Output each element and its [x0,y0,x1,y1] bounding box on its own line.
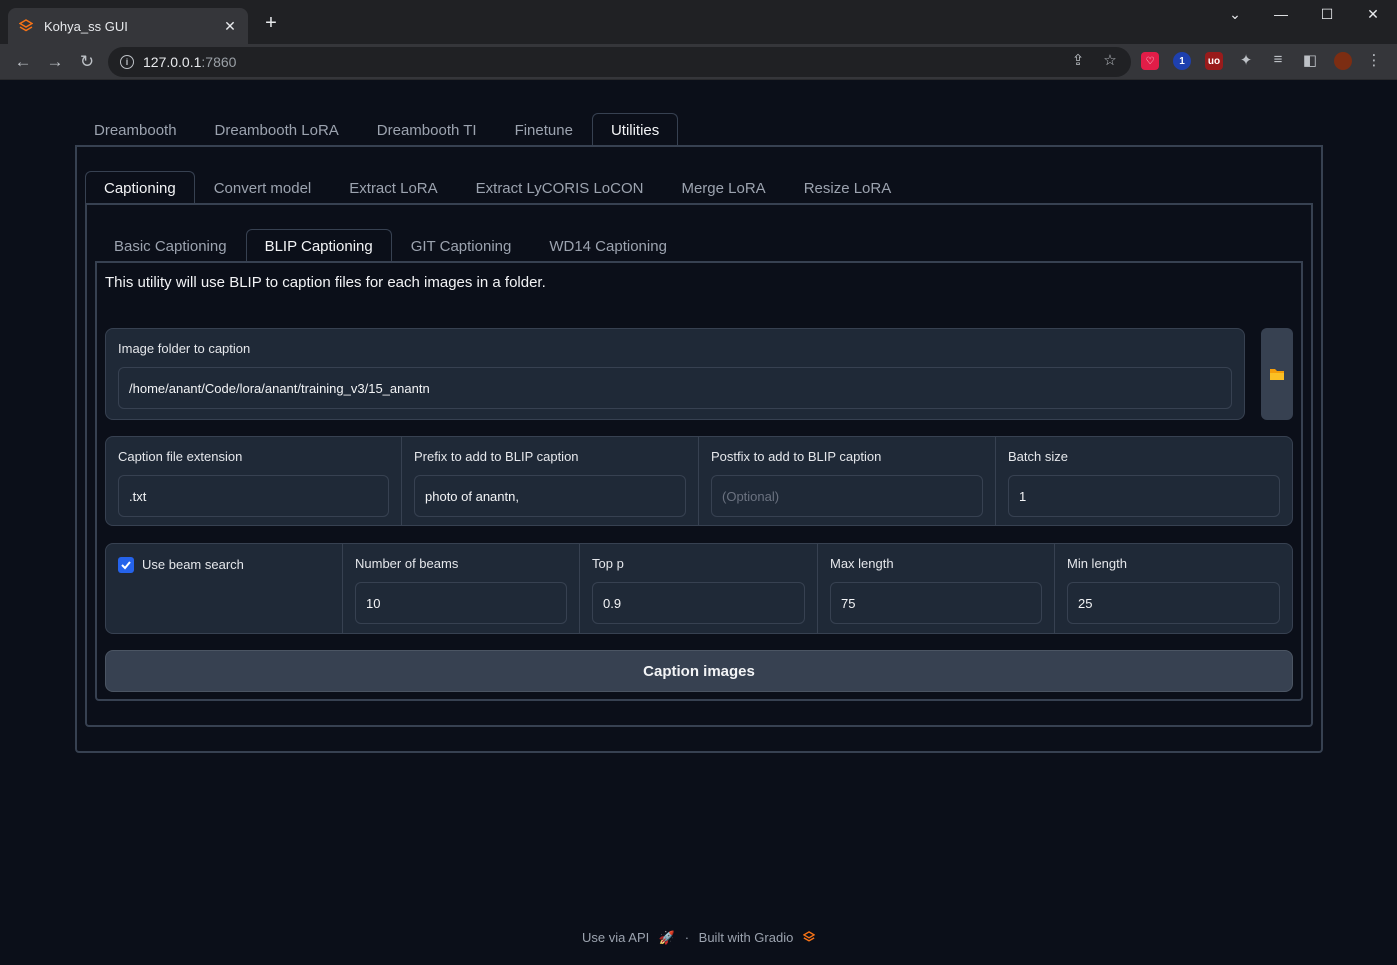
rocket-icon: 🚀 [658,930,676,945]
window-close-icon[interactable]: ✕ [1358,6,1388,23]
side-panel-icon[interactable]: ◧ [1300,51,1320,69]
footer-separator: · [684,930,690,945]
gradio-logo-icon [802,930,816,945]
batch-size-label: Batch size [1008,449,1068,464]
ublock-extension-icon[interactable]: uo [1205,52,1223,70]
tab-finetune[interactable]: Finetune [496,113,592,147]
max-length-input[interactable] [830,582,1042,624]
tab-blip-captioning[interactable]: BLIP Captioning [245,229,392,263]
divider [401,437,402,525]
num-beams-input[interactable] [355,582,567,624]
caption-extension-label: Caption file extension [118,449,243,464]
tab-dreambooth-ti[interactable]: Dreambooth TI [358,113,496,147]
address-bar[interactable]: i 127.0.0.1:7860 [108,47,1131,77]
extensions-puzzle-icon[interactable]: ✦ [1236,51,1256,69]
gradio-favicon-icon [18,18,34,34]
utility-tabs: Captioning Convert model Extract LoRA Ex… [85,171,910,205]
tab-dreambooth-lora[interactable]: Dreambooth LoRA [196,113,358,147]
min-length-input[interactable] [1067,582,1280,624]
gradio-app: Dreambooth Dreambooth LoRA Dreambooth TI… [0,81,1397,965]
url-host: 127.0.0.1 [143,54,202,70]
tab-utilities[interactable]: Utilities [591,113,679,147]
prefix-label: Prefix to add to BLIP caption [414,449,579,464]
use-beam-search-checkbox[interactable] [118,557,134,573]
divider [1054,544,1055,633]
use-via-api-link[interactable]: Use via API [582,930,649,945]
tab-search-icon[interactable]: ⌄ [1220,6,1250,23]
back-icon[interactable]: ← [11,50,35,74]
prefix-input[interactable] [414,475,686,517]
folder-picker-button[interactable] [1261,328,1293,420]
profile-avatar[interactable] [1334,52,1352,70]
max-length-label: Max length [830,556,894,571]
folder-icon [1270,369,1284,380]
image-folder-input[interactable] [118,367,1232,409]
browser-toolbar: ← → ↻ i 127.0.0.1:7860 ⇪ ☆ ♡ 1 uo ✦ ≡ ◧ … [0,44,1397,80]
tab-dreambooth[interactable]: Dreambooth [75,113,196,147]
caption-tabs: Basic Captioning BLIP Captioning GIT Cap… [95,229,686,263]
media-queue-icon[interactable]: ≡ [1268,51,1288,68]
tab-git-captioning[interactable]: GIT Captioning [392,229,531,263]
utility-description: This utility will use BLIP to caption fi… [105,274,546,291]
postfix-input[interactable] [711,475,983,517]
forward-icon[interactable]: → [43,50,67,74]
password-manager-extension-icon[interactable]: 1 [1173,52,1191,70]
min-length-label: Min length [1067,556,1127,571]
num-beams-label: Number of beams [355,556,459,571]
divider [817,544,818,633]
folder-label: Image folder to caption [118,341,251,356]
use-beam-search-label: Use beam search [142,557,244,572]
new-tab-icon[interactable]: + [260,12,282,34]
tab-merge-lora[interactable]: Merge LoRA [662,171,784,205]
main-tabs: Dreambooth Dreambooth LoRA Dreambooth TI… [75,113,679,147]
minimize-icon[interactable]: — [1266,6,1296,22]
top-p-input[interactable] [592,582,805,624]
caption-extension-input[interactable] [118,475,389,517]
browser-titlebar: Kohya_ss GUI ✕ + ⌄ — ☐ ✕ [0,0,1397,44]
divider [995,437,996,525]
pocket-extension-icon[interactable]: ♡ [1141,52,1159,70]
top-p-label: Top p [592,556,624,571]
site-info-icon[interactable]: i [120,55,134,69]
browser-tab[interactable]: Kohya_ss GUI ✕ [8,8,248,44]
caption-images-button[interactable]: Caption images [105,650,1293,692]
tab-convert-model[interactable]: Convert model [195,171,331,205]
divider [698,437,699,525]
bookmark-star-icon[interactable]: ☆ [1100,51,1120,69]
postfix-label: Postfix to add to BLIP caption [711,449,882,464]
tab-resize-lora[interactable]: Resize LoRA [785,171,911,205]
tab-extract-lycoris-locon[interactable]: Extract LyCORIS LoCON [457,171,663,205]
browser-menu-icon[interactable]: ⋮ [1364,51,1384,69]
tab-close-icon[interactable]: ✕ [222,18,238,35]
batch-size-input[interactable] [1008,475,1280,517]
reload-icon[interactable]: ↻ [75,50,99,74]
tab-captioning[interactable]: Captioning [85,171,195,205]
built-with-gradio-link[interactable]: Built with Gradio [699,930,794,945]
check-icon [121,561,131,570]
divider [342,544,343,633]
tab-extract-lora[interactable]: Extract LoRA [330,171,456,205]
browser-tab-title: Kohya_ss GUI [44,18,128,34]
divider [579,544,580,633]
share-icon[interactable]: ⇪ [1068,51,1088,69]
tab-wd14-captioning[interactable]: WD14 Captioning [530,229,686,263]
tab-basic-captioning[interactable]: Basic Captioning [95,229,246,263]
maximize-icon[interactable]: ☐ [1312,6,1342,23]
footer: Use via API 🚀 · Built with Gradio [0,930,1397,946]
url-port: :7860 [201,54,237,70]
